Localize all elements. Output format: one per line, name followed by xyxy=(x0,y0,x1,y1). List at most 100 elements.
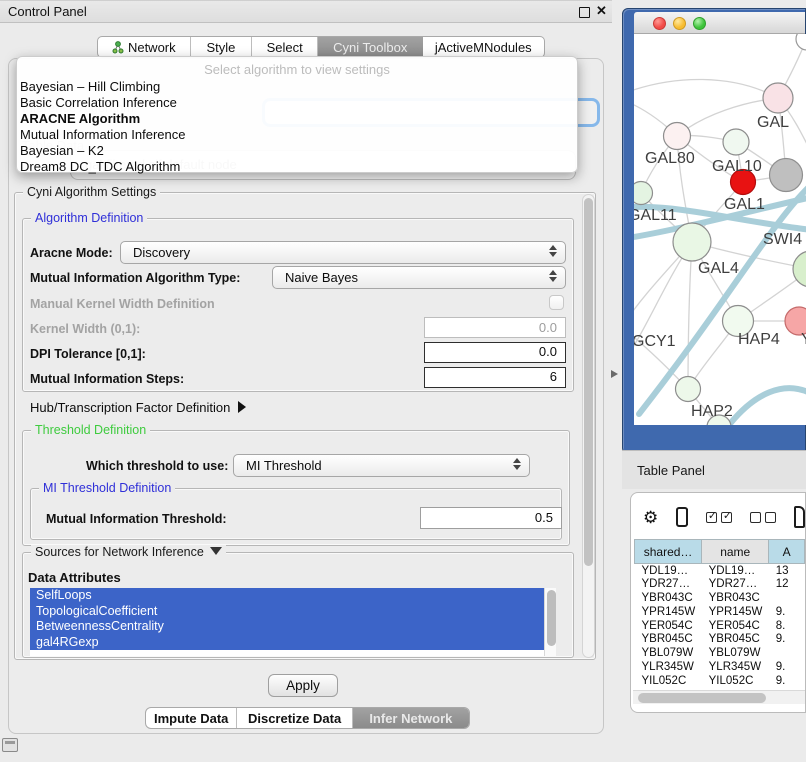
mi-threshold-label: Mutual Information Threshold: xyxy=(46,512,227,526)
mi-steps-input[interactable]: 6 xyxy=(424,367,566,388)
table-row[interactable]: YLR345WYLR345W9. xyxy=(635,660,805,674)
table-row[interactable]: YDR27…YDR27…12 xyxy=(635,577,805,591)
dropdown-item[interactable]: Mutual Information Inference xyxy=(17,127,577,143)
table-row[interactable]: YIL052CYIL052C9. xyxy=(635,674,805,688)
dpi-tolerance-input[interactable]: 0.0 xyxy=(424,342,566,363)
sources-title[interactable]: Sources for Network Inference xyxy=(31,545,226,559)
dropdown-item[interactable]: Bayesian – K2 xyxy=(17,143,577,159)
table-panel-title: Table Panel xyxy=(637,463,705,478)
tab-infer-network[interactable]: Infer Network xyxy=(353,708,469,728)
float-window-icon[interactable] xyxy=(579,7,590,18)
minimize-traffic-light[interactable] xyxy=(673,17,686,30)
node-label: Y xyxy=(801,331,806,348)
node-label: HAP2 xyxy=(691,403,733,420)
network-window: GALGAL80GAL10GAL1GAL11GAL4SWI4GCY1HAP4YH… xyxy=(622,8,806,454)
node-label: GAL1 xyxy=(724,196,765,213)
tab-select[interactable]: Select xyxy=(252,37,318,57)
tab-jactivemnodules[interactable]: jActiveMNodules xyxy=(423,37,544,57)
table-hscrollbar[interactable] xyxy=(633,690,805,704)
network-canvas[interactable]: GALGAL80GAL10GAL1GAL11GAL4SWI4GCY1HAP4YH… xyxy=(634,34,806,425)
stepper-arrows-icon xyxy=(549,245,556,257)
table-row[interactable]: YBR045CYBR045C9. xyxy=(635,632,805,646)
list-scrollbar[interactable] xyxy=(544,588,556,656)
network-node-gal10[interactable] xyxy=(723,129,749,155)
control-panel-title: Control Panel xyxy=(8,4,87,19)
column-header[interactable]: name xyxy=(702,540,769,564)
dpi-tolerance-label: DPI Tolerance [0,1]: xyxy=(30,347,146,361)
table-row[interactable]: YDL19…YDL19…13 xyxy=(635,564,805,578)
network-node-gal80[interactable] xyxy=(664,123,691,150)
mouse-cursor xyxy=(611,370,618,378)
which-threshold-select[interactable]: MI Threshold xyxy=(233,454,530,477)
select-all-icon[interactable] xyxy=(706,512,732,523)
table-row[interactable]: YER054CYER054C8. xyxy=(635,619,805,633)
mi-steps-label: Mutual Information Steps: xyxy=(30,372,184,386)
aracne-mode-label: Aracne Mode: xyxy=(30,246,113,260)
stepper-arrows-icon xyxy=(549,270,556,282)
table-row[interactable]: YBL079WYBL079W xyxy=(635,646,805,660)
attribute-item-selected[interactable]: SelfLoops xyxy=(30,588,544,604)
table-row[interactable]: YBR043CYBR043C xyxy=(635,591,805,605)
manual-kernel-width-label: Manual Kernel Width Definition xyxy=(30,297,215,311)
attribute-item-selected[interactable]: TopologicalCoefficient xyxy=(30,604,544,620)
mi-threshold-input[interactable]: 0.5 xyxy=(420,507,562,529)
attribute-item-selected[interactable]: BetweennessCentrality xyxy=(30,619,544,635)
tab-style[interactable]: Style xyxy=(191,37,253,57)
node-label: GAL80 xyxy=(645,150,695,167)
network-node-gal4[interactable] xyxy=(673,223,711,261)
select-none-icon[interactable] xyxy=(750,512,776,523)
data-attributes-label: Data Attributes xyxy=(28,570,121,585)
close-icon[interactable]: ✕ xyxy=(596,3,607,19)
dropdown-placeholder: Select algorithm to view settings xyxy=(17,57,577,79)
tab-discretize-data[interactable]: Discretize Data xyxy=(237,708,352,728)
network-node-gal11[interactable] xyxy=(634,182,653,205)
column-header[interactable]: shared… xyxy=(635,540,702,564)
node-table[interactable]: shared…nameA YDL19…YDL19…13YDR27…YDR27…1… xyxy=(634,539,805,688)
data-attributes-list[interactable]: SelfLoopsTopologicalCoefficientBetweenne… xyxy=(30,588,556,656)
table-toolbar: ⚙ xyxy=(631,501,805,533)
table-panel: ⚙ shared…nameA YDL19…YDL19…13YDR27…YDR27… xyxy=(630,492,806,713)
apply-button[interactable]: Apply xyxy=(268,674,338,697)
dropdown-item[interactable]: Dream8 DC_TDC Algorithm xyxy=(17,159,577,175)
node-label: GCY1 xyxy=(634,333,676,350)
split-columns-icon[interactable] xyxy=(676,507,688,527)
mi-threshold-definition-title: MI Threshold Definition xyxy=(39,481,175,495)
network-window-titlebar[interactable] xyxy=(634,12,805,34)
network-node-gal[interactable] xyxy=(763,83,793,113)
tab-cyni-toolbox[interactable]: Cyni Toolbox xyxy=(318,37,423,57)
column-header[interactable]: A xyxy=(769,540,805,564)
aracne-mode-select[interactable]: Discovery xyxy=(120,241,566,264)
table-panel-titlebar: Table Panel xyxy=(622,450,806,489)
mi-algorithm-type-select[interactable]: Naive Bayes xyxy=(272,266,566,289)
node-label: SWI4 xyxy=(763,231,802,248)
dropdown-item[interactable]: ARACNE Algorithm xyxy=(17,111,577,127)
attribute-item-selected[interactable]: gal4RGexp xyxy=(30,635,544,651)
document-icon[interactable] xyxy=(794,506,805,528)
docked-panel-icon[interactable] xyxy=(2,738,18,752)
network-edge[interactable] xyxy=(729,388,806,425)
mi-algorithm-type-label: Mutual Information Algorithm Type: xyxy=(30,271,240,285)
network-edge[interactable] xyxy=(688,242,692,389)
network-node-hap2[interactable] xyxy=(676,377,701,402)
stepper-arrows-icon xyxy=(513,458,520,470)
manual-kernel-width-checkbox[interactable] xyxy=(549,295,564,310)
network-icon xyxy=(112,41,124,54)
node-label: HAP4 xyxy=(738,331,780,348)
gear-icon[interactable]: ⚙ xyxy=(643,509,658,526)
tab-network[interactable]: Network xyxy=(98,37,191,57)
hub-definition-expander[interactable]: Hub/Transcription Factor Definition xyxy=(30,400,246,415)
algorithm-dropdown: Select algorithm to view settings Bayesi… xyxy=(16,56,578,173)
dropdown-item[interactable]: Basic Correlation Inference xyxy=(17,95,577,111)
zoom-traffic-light[interactable] xyxy=(693,17,706,30)
tab-impute-data[interactable]: Impute Data xyxy=(146,708,237,728)
network-node[interactable] xyxy=(770,159,803,192)
table-row[interactable]: YPR145WYPR145W9. xyxy=(635,605,805,619)
kernel-width-input[interactable]: 0.0 xyxy=(424,317,566,338)
dropdown-item[interactable]: Bayesian – Hill Climbing xyxy=(17,79,577,95)
network-node[interactable] xyxy=(796,34,806,50)
which-threshold-label: Which threshold to use: xyxy=(86,459,228,473)
node-label: GAL4 xyxy=(698,260,739,277)
settings-scrollbar[interactable] xyxy=(582,194,595,658)
close-traffic-light[interactable] xyxy=(653,17,666,30)
network-edge[interactable] xyxy=(634,79,778,98)
